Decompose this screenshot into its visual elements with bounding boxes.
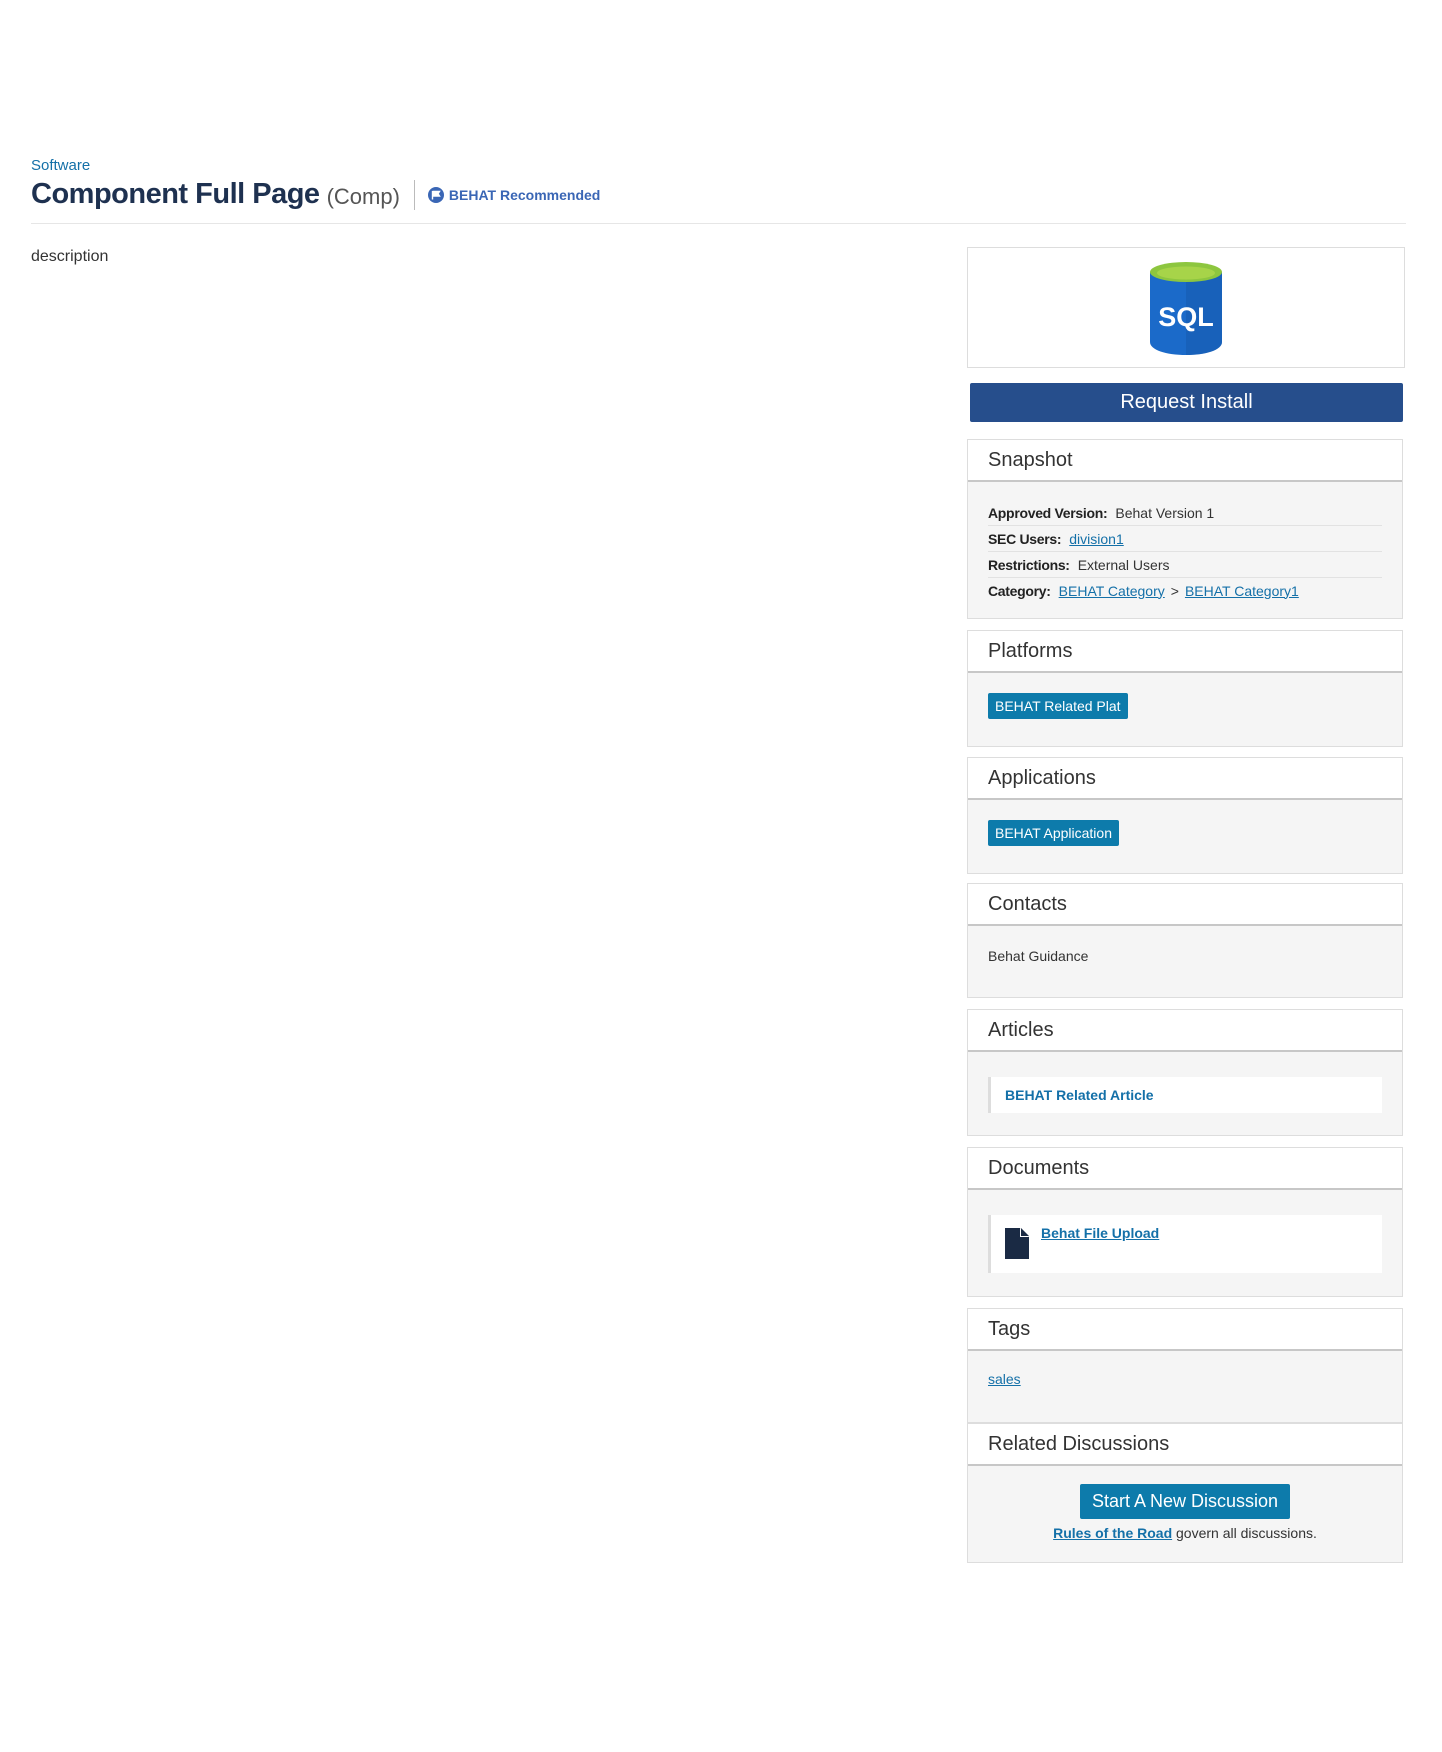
snapshot-title: Snapshot — [968, 440, 1402, 482]
approved-version-row: Approved Version: Behat Version 1 — [988, 500, 1382, 526]
tags-panel: Tags sales — [967, 1308, 1403, 1423]
platform-tag[interactable]: BEHAT Related Plat — [988, 693, 1128, 719]
discussions-panel: Related Discussions Start A New Discussi… — [967, 1423, 1403, 1563]
contact-item: Behat Guidance — [988, 948, 1089, 964]
approved-version-label: Approved Version: — [988, 504, 1108, 521]
badge-label: BEHAT Recommended — [448, 186, 601, 203]
category-link[interactable]: BEHAT Category — [1059, 583, 1165, 599]
title-divider — [413, 179, 415, 210]
restrictions-label: Restrictions: — [988, 556, 1070, 573]
svg-text:SQL: SQL — [1158, 302, 1214, 332]
flag-icon — [427, 186, 444, 203]
tag-link[interactable]: sales — [988, 1371, 1021, 1387]
header-divider — [31, 223, 1406, 224]
articles-panel: Articles BEHAT Related Article — [967, 1009, 1403, 1136]
sec-users-link[interactable]: division1 — [1069, 531, 1123, 547]
page-type: (Comp) — [326, 183, 400, 209]
subcategory-link[interactable]: BEHAT Category1 — [1185, 583, 1299, 599]
page-header: Component Full Page (Comp) BEHAT Recomme… — [31, 178, 600, 211]
document-item: Behat File Upload — [988, 1215, 1382, 1273]
breadcrumb-software[interactable]: Software — [31, 157, 90, 174]
contacts-title: Contacts — [968, 884, 1402, 926]
start-discussion-button[interactable]: Start A New Discussion — [1079, 1484, 1291, 1519]
contacts-panel: Contacts Behat Guidance — [967, 883, 1403, 998]
application-tag[interactable]: BEHAT Application — [988, 820, 1119, 846]
category-label: Category: — [988, 582, 1051, 599]
snapshot-panel: Snapshot Approved Version: Behat Version… — [967, 439, 1403, 619]
approved-version-value: Behat Version 1 — [1115, 504, 1215, 521]
request-install-button[interactable]: Request Install — [970, 383, 1403, 422]
category-separator: > — [1170, 582, 1179, 599]
file-icon — [1005, 1228, 1029, 1259]
discussions-title: Related Discussions — [968, 1424, 1402, 1466]
documents-title: Documents — [968, 1148, 1402, 1190]
component-description: description — [31, 248, 109, 265]
discussion-rules: Rules of the Road govern all discussions… — [968, 1525, 1402, 1541]
platforms-panel: Platforms BEHAT Related Plat — [967, 630, 1403, 747]
documents-panel: Documents Behat File Upload — [967, 1147, 1403, 1297]
page-title: Component Full Page — [31, 178, 320, 210]
applications-panel: Applications BEHAT Application — [967, 757, 1403, 874]
tags-title: Tags — [968, 1309, 1402, 1351]
restrictions-value: External Users — [1077, 556, 1170, 573]
sec-users-row: SEC Users: division1 — [988, 526, 1382, 552]
restrictions-row: Restrictions: External Users — [988, 552, 1382, 578]
rules-of-the-road-link[interactable]: Rules of the Road — [1053, 1525, 1172, 1541]
component-logo: SQL — [967, 247, 1405, 368]
recommended-badge: BEHAT Recommended — [427, 186, 600, 204]
platforms-title: Platforms — [968, 631, 1402, 673]
rules-text: govern all discussions. — [1176, 1525, 1317, 1541]
sql-database-icon: SQL — [1150, 261, 1222, 355]
article-item[interactable]: BEHAT Related Article — [988, 1077, 1382, 1113]
applications-title: Applications — [968, 758, 1402, 800]
sec-users-label: SEC Users: — [988, 530, 1062, 547]
articles-title: Articles — [968, 1010, 1402, 1052]
document-link[interactable]: Behat File Upload — [1041, 1225, 1159, 1241]
category-row: Category: BEHAT Category > BEHAT Categor… — [988, 578, 1382, 603]
